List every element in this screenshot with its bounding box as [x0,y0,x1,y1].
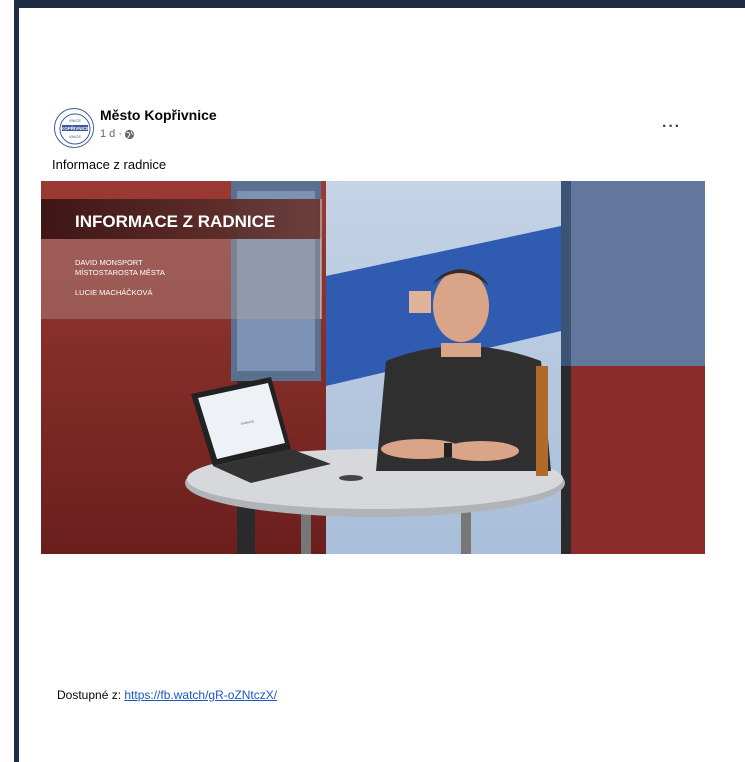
more-options-button[interactable]: ··· [662,118,681,136]
video-title: INFORMACE Z RADNICE [75,212,275,231]
kopřivnice-logo-icon: VNICE KOPŘIVNICE VNICE [56,110,93,147]
post-text: Informace z radnice [52,157,167,172]
window-frame-top [14,0,745,8]
source-prefix: Dostupné z: [57,688,125,702]
source-link[interactable]: https://fb.watch/gR-oZNtczX/ [124,688,277,702]
source-line: Dostupné z: https://fb.watch/gR-oZNtczX/ [57,688,277,702]
avatar-text-top: VNICE [69,118,82,123]
post-meta: 1 d · [100,128,135,140]
avatar-text-middle: KOPŘIVNICE [61,124,89,131]
video-line-1: DAVID MONSPORT [75,258,143,267]
page-avatar[interactable]: VNICE KOPŘIVNICE VNICE [54,108,94,148]
author-name[interactable]: Město Kopřivnice [100,107,217,123]
video-line-3: LUCIE MACHÁČKOVÁ [75,288,153,297]
post-time[interactable]: 1 d · [100,128,122,140]
globe-icon [124,129,135,139]
video-frame: INFORMACE Z RADNICE DAVID MONSPORT MÍSTO… [41,181,705,554]
avatar-text-bottom: VNICE [69,134,82,139]
video-line-2: MÍSTOSTAROSTA MĚSTA [75,268,165,277]
video-player[interactable]: INFORMACE Z RADNICE DAVID MONSPORT MÍSTO… [41,181,705,554]
